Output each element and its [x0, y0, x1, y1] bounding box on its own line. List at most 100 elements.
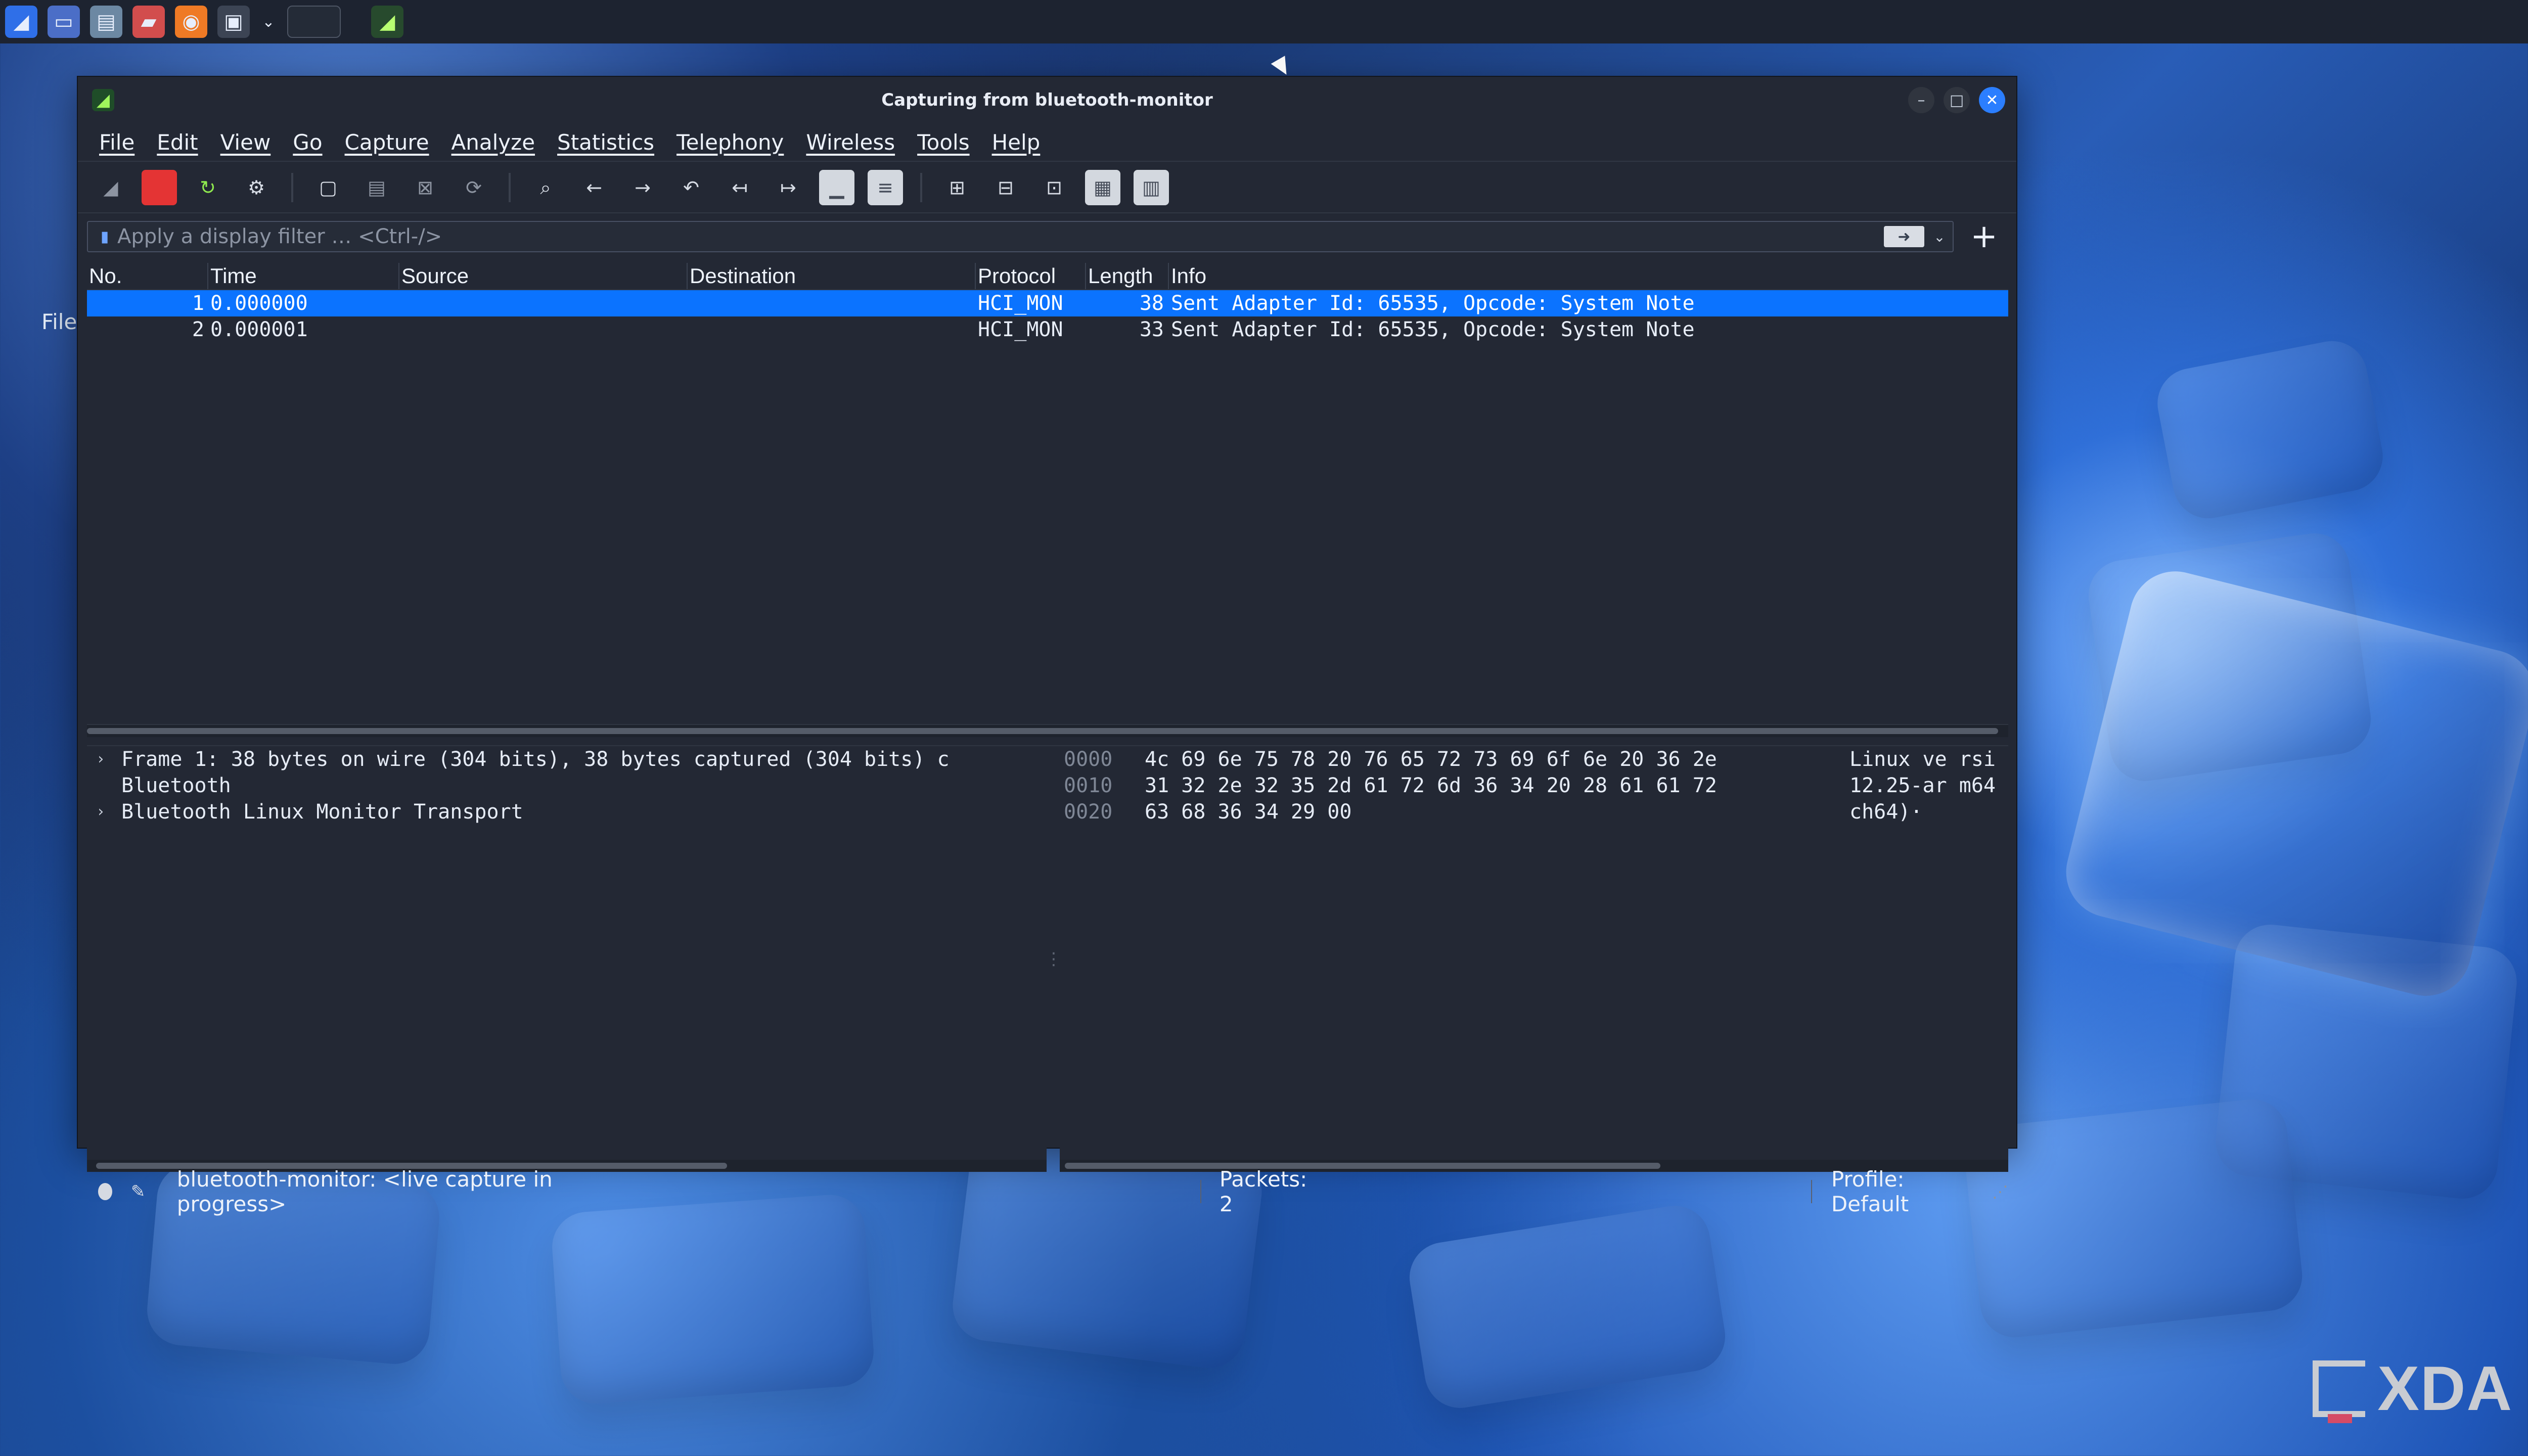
zoom-out-icon[interactable]: ⊟ [988, 170, 1023, 205]
toolbar-separator [509, 173, 511, 202]
menu-statistics[interactable]: Statistics [557, 130, 654, 155]
menu-capture[interactable]: Capture [345, 130, 429, 155]
profile-indicator[interactable]: Profile: Default [1831, 1167, 1963, 1216]
menu-telephony[interactable]: Telephony [676, 130, 784, 155]
header-protocol[interactable]: Protocol [976, 263, 1085, 289]
close-button[interactable]: ✕ [1979, 87, 2005, 113]
packet-row[interactable]: 2 0.000001 HCI_MON 33 Sent Adapter Id: 6… [87, 316, 2008, 343]
stop-capture-icon[interactable]: ■ [142, 170, 177, 205]
bytes-scrollbar-thumb[interactable] [1065, 1163, 1660, 1169]
previous-packet-icon[interactable]: ← [576, 170, 612, 205]
header-destination[interactable]: Destination [688, 263, 975, 289]
save-file-icon[interactable]: ▤ [359, 170, 394, 205]
background-cube [550, 1192, 876, 1406]
menu-go[interactable]: Go [293, 130, 322, 155]
detail-text: Bluetooth [121, 774, 231, 797]
packet-list-scrollbar[interactable] [87, 724, 2008, 737]
menu-tools[interactable]: Tools [917, 130, 969, 155]
header-time[interactable]: Time [208, 263, 398, 289]
packet-info: Sent Adapter Id: 65535, Opcode: System N… [1171, 292, 1695, 315]
wireshark-window: ◢ Capturing from bluetooth-monitor – □ ✕… [77, 76, 2017, 1216]
packet-source [399, 290, 687, 316]
packet-destination [688, 316, 975, 343]
menu-wireless[interactable]: Wireless [806, 130, 895, 155]
packet-count: Packets: 2 [1219, 1167, 1307, 1216]
go-to-packet-icon[interactable]: ↶ [673, 170, 709, 205]
hex-bytes: 63 68 36 34 29 00 [1145, 800, 1352, 824]
packet-list: No. Time Source Destination Protocol Len… [87, 263, 2008, 737]
status-led-icon [98, 1183, 113, 1200]
next-packet-icon[interactable]: → [625, 170, 660, 205]
menu-help[interactable]: Help [992, 130, 1041, 155]
chevron-down-icon[interactable]: ⌄ [260, 6, 277, 38]
xda-logo-icon [2313, 1360, 2366, 1423]
add-filter-button[interactable]: + [1965, 218, 2003, 255]
detail-row[interactable]: › Bluetooth Linux Monitor Transport [87, 799, 1047, 825]
chevron-down-icon[interactable]: ⌄ [1929, 229, 1950, 245]
hex-row[interactable]: 0010 31 32 2e 32 35 2d 61 72 6d 36 34 20… [1060, 772, 2008, 799]
packet-list-scrollbar-thumb[interactable] [87, 728, 1998, 734]
wireshark-icon[interactable]: ◢ [371, 6, 403, 38]
layout-icon[interactable]: ▥ [1134, 170, 1169, 205]
menu-file[interactable]: File [99, 130, 134, 155]
text-editor-icon[interactable]: ▰ [132, 6, 165, 38]
bookmark-icon[interactable]: ▮ [93, 225, 116, 248]
expand-arrow-icon[interactable]: › [96, 799, 108, 825]
resize-grip-icon[interactable]: ⋰ [1992, 1182, 2008, 1201]
blank-window-icon[interactable] [287, 6, 341, 38]
find-packet-icon[interactable]: ⌕ [528, 170, 563, 205]
main-toolbar: ◢ ■ ↻ ⚙ ▢ ▤ ⊠ ⟳ ⌕ ← → ↶ ↤ ↦ ▁ ≡ ⊞ ⊟ ⊡ ▦ … [78, 163, 2016, 213]
detail-row[interactable]: Bluetooth [87, 772, 1047, 799]
firefox-icon[interactable]: ◉ [175, 6, 207, 38]
restart-capture-icon[interactable]: ↻ [190, 170, 225, 205]
desktop-file-label[interactable]: File [41, 309, 77, 334]
statusbar: ✎ bluetooth-monitor: <live capture in pr… [87, 1167, 2008, 1216]
header-no[interactable]: No. [87, 263, 207, 289]
colorize-icon[interactable]: ≡ [868, 170, 903, 205]
kali-menu-icon[interactable]: ◢ [5, 6, 37, 38]
maximize-button[interactable]: □ [1944, 87, 1970, 113]
last-packet-icon[interactable]: ↦ [771, 170, 806, 205]
hex-row[interactable]: 0000 4c 69 6e 75 78 20 76 65 72 73 69 6f… [1060, 746, 2008, 772]
packet-length: 33 [1139, 318, 1164, 341]
close-file-icon[interactable]: ⊠ [408, 170, 443, 205]
minimize-button[interactable]: – [1908, 87, 1934, 113]
header-info[interactable]: Info [1169, 263, 1998, 289]
titlebar: ◢ Capturing from bluetooth-monitor – □ ✕ [78, 77, 2016, 123]
terminal-icon[interactable]: ▣ [217, 6, 250, 38]
desktop-icon[interactable]: ▭ [48, 6, 80, 38]
start-capture-icon[interactable]: ◢ [93, 170, 128, 205]
header-length[interactable]: Length [1086, 263, 1168, 289]
display-filter-input[interactable] [116, 223, 1884, 250]
packet-row[interactable]: 1 0.000000 HCI_MON 38 Sent Adapter Id: 6… [87, 290, 2008, 316]
menu-view[interactable]: View [220, 130, 271, 155]
open-file-icon[interactable]: ▢ [310, 170, 346, 205]
menu-edit[interactable]: Edit [157, 130, 198, 155]
apply-filter-icon[interactable]: ➜ [1884, 226, 1924, 247]
capture-status: bluetooth-monitor: <live capture in prog… [176, 1167, 553, 1216]
detail-row[interactable]: › Frame 1: 38 bytes on wire (304 bits), … [87, 746, 1047, 772]
zoom-in-icon[interactable]: ⊞ [939, 170, 975, 205]
packet-details-pane: › Frame 1: 38 bytes on wire (304 bits), … [87, 746, 1047, 1172]
packet-time: 0.000001 [210, 318, 308, 341]
first-packet-icon[interactable]: ↤ [722, 170, 757, 205]
window-title: Capturing from bluetooth-monitor [881, 90, 1213, 110]
expand-arrow-icon[interactable]: › [96, 746, 108, 772]
hex-row[interactable]: 0020 63 68 36 34 29 00 ch64)· [1060, 799, 2008, 825]
packet-no: 2 [192, 318, 204, 341]
capture-options-icon[interactable]: ⚙ [239, 170, 274, 205]
packet-destination [688, 290, 975, 316]
reload-file-icon[interactable]: ⟳ [456, 170, 491, 205]
folder-icon[interactable]: ▤ [90, 6, 122, 38]
menu-analyze[interactable]: Analyze [452, 130, 535, 155]
normal-size-icon[interactable]: ⊡ [1036, 170, 1072, 205]
packet-time: 0.000000 [210, 292, 308, 315]
header-source[interactable]: Source [399, 263, 687, 289]
menubar: File Edit View Go Capture Analyze Statis… [78, 123, 2016, 162]
detail-text: Bluetooth Linux Monitor Transport [121, 800, 523, 824]
resize-columns-icon[interactable]: ▦ [1085, 170, 1120, 205]
mouse-cursor-icon [1271, 56, 1294, 79]
autoscroll-icon[interactable]: ▁ [819, 170, 854, 205]
pane-splitter[interactable]: ⋮ [1045, 746, 1062, 1172]
edit-comment-icon[interactable]: ✎ [129, 1181, 146, 1202]
